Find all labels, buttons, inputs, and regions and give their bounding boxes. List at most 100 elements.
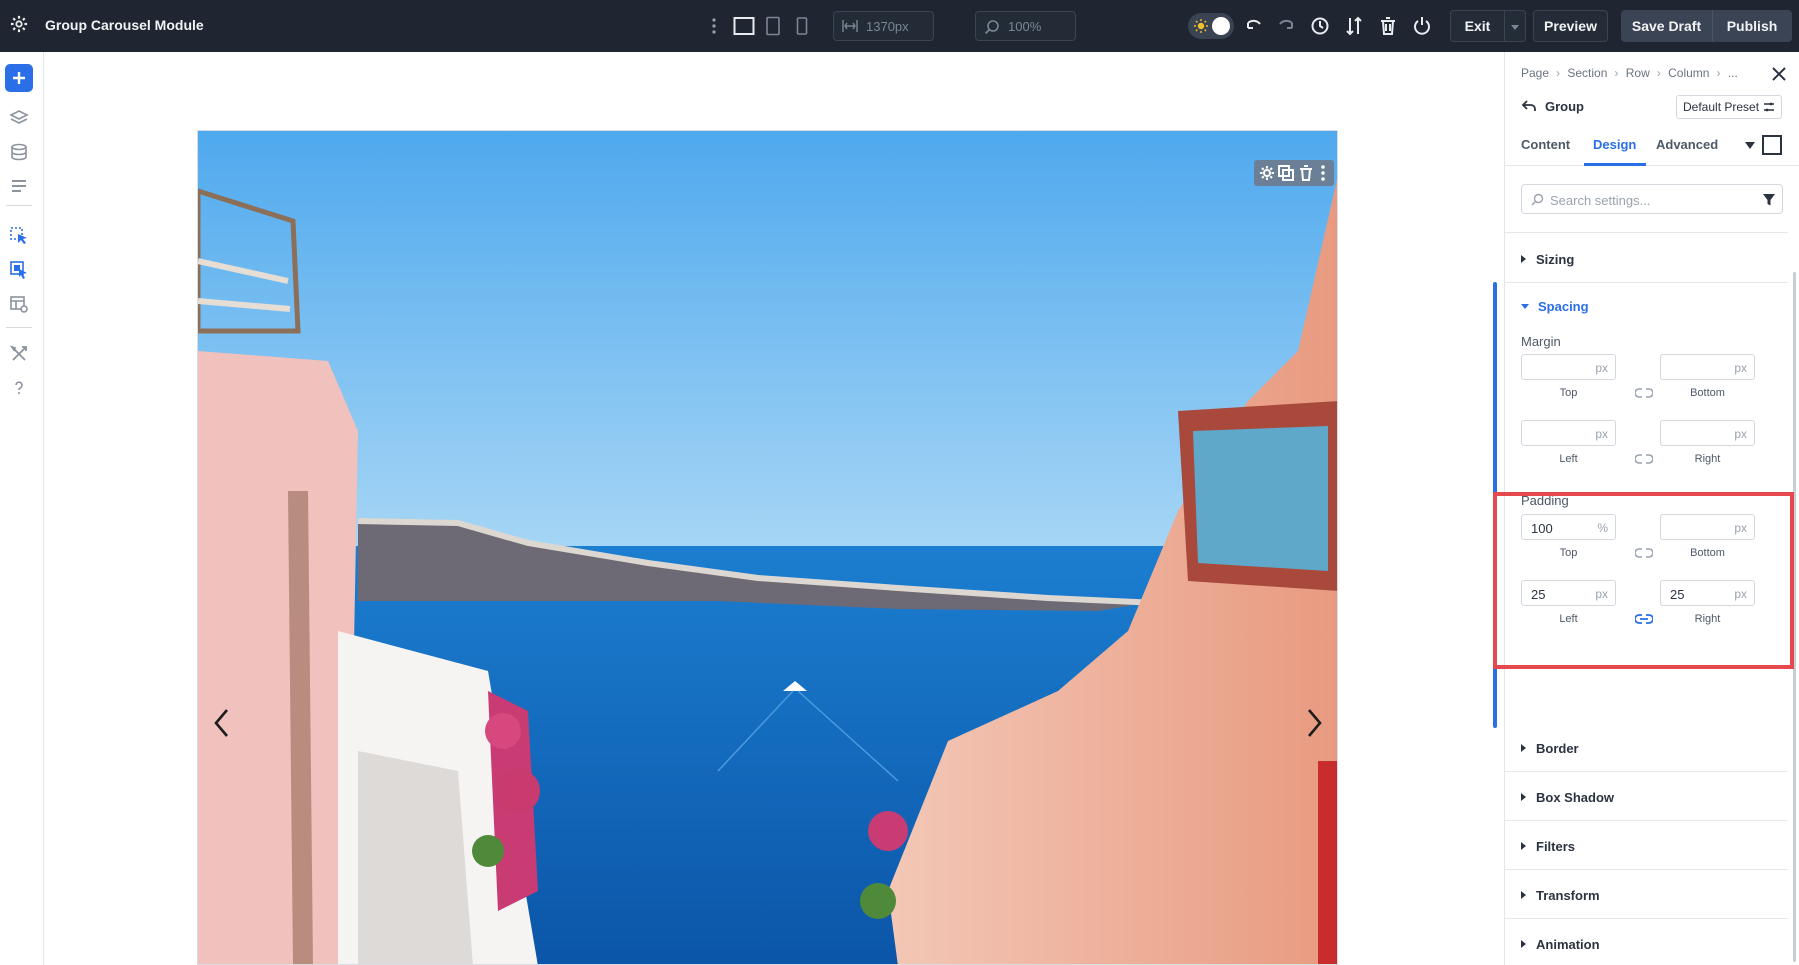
breadcrumb-item[interactable]: Row xyxy=(1626,66,1650,80)
save-draft-button[interactable]: Save Draft xyxy=(1621,10,1712,42)
chevron-down-icon[interactable] xyxy=(1745,142,1755,150)
more-options-icon[interactable] xyxy=(1314,164,1332,182)
left-sidebar xyxy=(0,52,44,965)
margin-bottom-field[interactable]: px xyxy=(1660,354,1755,380)
preset-label: Default Preset xyxy=(1683,100,1759,114)
zoom-field[interactable]: 100% xyxy=(975,11,1076,41)
phone-icon[interactable] xyxy=(795,16,809,36)
top-bar: Group Carousel Module 1370px 100% Exit P… xyxy=(0,0,1799,52)
trash-icon[interactable] xyxy=(1377,15,1399,37)
layers-icon[interactable] xyxy=(9,108,29,128)
link-icon[interactable] xyxy=(1635,387,1653,399)
theme-toggle[interactable] xyxy=(1188,13,1234,39)
pointer-multi-icon[interactable] xyxy=(9,260,29,280)
sun-icon xyxy=(1193,18,1209,34)
section-spacing[interactable]: Spacing xyxy=(1521,299,1589,314)
database-icon[interactable] xyxy=(9,142,29,162)
rail-divider xyxy=(6,327,32,328)
search-input[interactable] xyxy=(1550,190,1750,210)
divider xyxy=(1505,232,1788,233)
margin-bottom-input[interactable] xyxy=(1670,360,1725,376)
chevron-right-icon[interactable] xyxy=(1302,705,1326,741)
tablet-icon[interactable] xyxy=(765,16,781,36)
history-icon[interactable] xyxy=(1309,15,1331,37)
breadcrumb-item[interactable]: Column xyxy=(1668,66,1709,80)
more-options-icon[interactable] xyxy=(707,15,721,37)
help-icon[interactable] xyxy=(9,378,29,398)
unit-label: px xyxy=(1734,427,1747,441)
search-icon xyxy=(1531,193,1544,206)
canvas-width-field[interactable]: 1370px xyxy=(833,11,934,41)
link-icon[interactable] xyxy=(1635,453,1653,465)
tabs-divider xyxy=(1505,165,1799,166)
gear-icon[interactable] xyxy=(1258,164,1276,182)
power-icon[interactable] xyxy=(1411,15,1433,37)
active-tab-indicator xyxy=(1584,163,1646,166)
section-filters[interactable]: Filters xyxy=(1521,839,1575,854)
breadcrumb-item[interactable]: Page xyxy=(1521,66,1549,80)
view-toggle-icon[interactable] xyxy=(1762,135,1782,155)
section-sizing[interactable]: Sizing xyxy=(1521,252,1574,267)
element-name: Group xyxy=(1545,99,1584,114)
divider xyxy=(1505,918,1788,919)
back-icon[interactable] xyxy=(1521,99,1537,113)
app-title: Group Carousel Module xyxy=(45,17,204,33)
redo-icon[interactable] xyxy=(1275,15,1297,37)
gear-icon[interactable] xyxy=(10,15,28,33)
undo-icon[interactable] xyxy=(1243,15,1265,37)
sort-icon[interactable] xyxy=(1343,15,1365,37)
padding-highlight-box xyxy=(1493,492,1794,669)
margin-label: Margin xyxy=(1521,334,1561,349)
margin-left-input[interactable] xyxy=(1531,426,1586,442)
breadcrumb-item[interactable]: Section xyxy=(1567,66,1607,80)
filter-icon[interactable] xyxy=(1762,193,1776,207)
margin-right-label: Right xyxy=(1660,453,1755,465)
preset-selector[interactable]: Default Preset xyxy=(1676,95,1782,119)
divider xyxy=(1505,869,1788,870)
section-border[interactable]: Border xyxy=(1521,741,1579,756)
toggle-knob xyxy=(1212,17,1230,35)
section-animation[interactable]: Animation xyxy=(1521,937,1600,952)
zoom-icon xyxy=(984,19,1000,35)
tab-design[interactable]: Design xyxy=(1593,137,1636,152)
unit-label: px xyxy=(1734,361,1747,375)
desktop-icon[interactable] xyxy=(733,16,755,36)
carousel-slide-image[interactable] xyxy=(197,130,1338,965)
zoom-value: 100% xyxy=(1008,19,1041,34)
tab-content[interactable]: Content xyxy=(1521,137,1570,152)
tools-icon[interactable] xyxy=(9,344,29,364)
divider xyxy=(1505,820,1788,821)
tab-advanced[interactable]: Advanced xyxy=(1656,137,1718,152)
breadcrumb-item[interactable]: ... xyxy=(1728,66,1738,80)
margin-top-field[interactable]: px xyxy=(1521,354,1616,380)
templates-icon[interactable] xyxy=(9,294,29,314)
exit-button[interactable]: Exit xyxy=(1450,10,1505,42)
list-icon[interactable] xyxy=(9,176,29,196)
margin-top-input[interactable] xyxy=(1531,360,1586,376)
margin-left-label: Left xyxy=(1521,453,1616,465)
rail-divider xyxy=(6,205,32,206)
margin-left-field[interactable]: px xyxy=(1521,420,1616,446)
module-toolbar xyxy=(1254,160,1334,186)
exit-dropdown-button[interactable] xyxy=(1504,10,1526,42)
santorini-photo xyxy=(198,131,1338,965)
chevron-left-icon[interactable] xyxy=(210,705,234,741)
add-button[interactable] xyxy=(5,64,33,92)
unit-label: px xyxy=(1595,361,1608,375)
settings-search[interactable] xyxy=(1521,184,1783,214)
preset-options-icon xyxy=(1763,101,1775,113)
preview-button[interactable]: Preview xyxy=(1533,10,1608,42)
margin-right-field[interactable]: px xyxy=(1660,420,1755,446)
trash-icon[interactable] xyxy=(1297,164,1315,182)
margin-right-input[interactable] xyxy=(1670,426,1725,442)
divider xyxy=(1505,771,1788,772)
duplicate-icon[interactable] xyxy=(1277,164,1295,182)
section-box-shadow[interactable]: Box Shadow xyxy=(1521,790,1614,805)
section-transform[interactable]: Transform xyxy=(1521,888,1600,903)
publish-button[interactable]: Publish xyxy=(1712,10,1792,42)
chevron-down-icon xyxy=(1511,25,1519,31)
pointer-icon[interactable] xyxy=(9,226,29,246)
breadcrumb: Page› Section› Row› Column› ... xyxy=(1521,66,1741,80)
plus-icon xyxy=(5,64,33,92)
close-icon[interactable] xyxy=(1771,66,1787,82)
